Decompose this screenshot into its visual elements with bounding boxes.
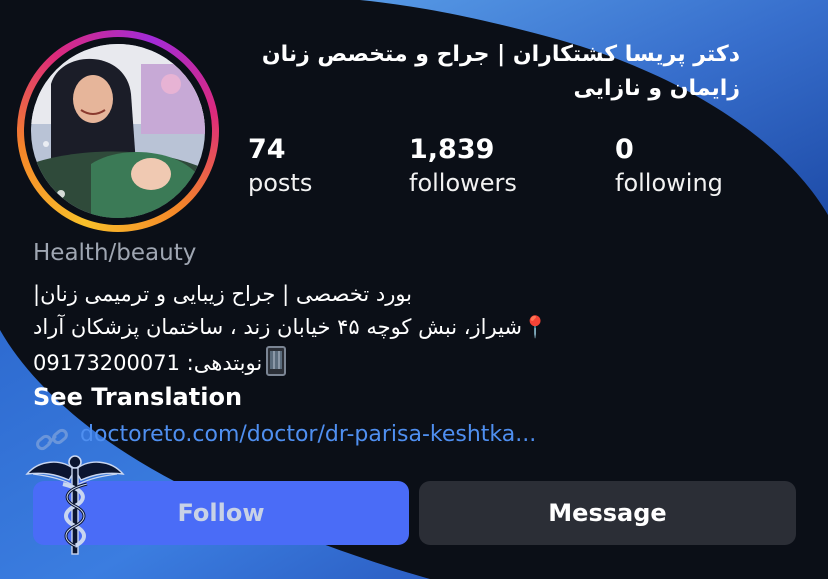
stat-followers[interactable]: 1,839 followers [409,134,517,200]
profile-name-line1: دکتر پریسا کشتکاران | جراح و متخصص زنان [261,42,740,67]
profile-name: دکتر پریسا کشتکاران | جراح و متخصص زنان … [200,38,740,106]
profile-avatar[interactable] [17,30,219,232]
posts-label: posts [248,169,313,197]
caduceus-icon [25,455,125,555]
location-pin-icon: 📍 [522,315,549,339]
posts-count: 74 [248,134,286,165]
bio-line-1: |بورد تخصصی | جراح زیبایی و ترمیمی زنان [33,282,413,306]
bio-line-2-text: شیراز، نبش کوچه ۴۵ خیابان زند ، ساختمان … [33,315,523,339]
message-button[interactable]: Message [419,481,796,545]
bio-line-2: شیراز، نبش کوچه ۴۵ خیابان زند ، ساختمان … [33,312,548,342]
following-count: 0 [615,134,634,165]
stat-following[interactable]: 0 following [615,134,723,200]
bio-line-3: نوبتدهی: 09173200071 [33,346,287,378]
profile-name-line2: زایمان و نازایی [573,76,741,101]
profile-photo-icon [31,44,205,218]
bio-line-3-text: نوبتدهی: 09173200071 [33,351,263,375]
followers-label: followers [409,169,517,197]
mobile-phone-icon [266,346,287,376]
profile-category: Health/beauty [33,240,197,266]
see-translation-link[interactable]: See Translation [33,383,242,411]
followers-count: 1,839 [409,134,495,165]
following-label: following [615,169,723,197]
stat-posts[interactable]: 74 posts [248,134,312,200]
profile-website-link[interactable]: doctoreto.com/doctor/dr-parisa-keshtka..… [80,422,536,447]
